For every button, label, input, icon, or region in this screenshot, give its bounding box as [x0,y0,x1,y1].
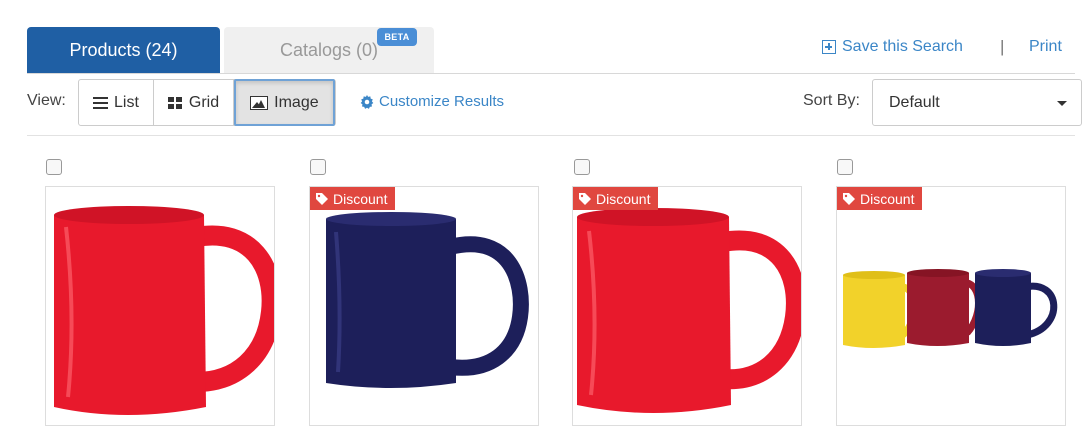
customize-results-label: Customize Results [379,93,505,110]
discount-label: Discount [860,190,915,207]
view-grid-label: Grid [188,93,220,111]
view-image-button[interactable]: Image [234,79,335,126]
mug-trio-icon [843,269,1058,348]
plus-box-icon [822,40,836,54]
grid-icon [167,96,183,109]
tag-icon [843,192,855,205]
sort-by-select[interactable]: Default [872,79,1082,126]
save-search-label: Save this Search [842,38,963,55]
product-card[interactable] [45,186,275,426]
discount-label: Discount [333,190,388,207]
results-tab-bar: Products (24) Catalogs (0) BETA [0,0,1084,74]
discount-badge: Discount [310,187,396,210]
chevron-down-icon [1057,101,1067,106]
tab-bar-divider [27,73,1075,74]
product-select-checkbox[interactable] [837,159,853,175]
beta-badge: BETA [377,28,417,46]
product-card[interactable]: Discount [572,186,802,426]
sort-by-label: Sort By: [803,92,860,109]
save-search-link[interactable]: Save this Search [822,38,963,56]
discount-badge: Discount [573,187,659,210]
product-select-checkbox[interactable] [574,159,590,175]
view-list-label: List [114,93,139,111]
product-card[interactable]: Discount [309,186,539,426]
image-icon [250,95,269,110]
tab-catalogs-label: Catalogs (0) [279,40,379,60]
product-select-checkbox[interactable] [310,159,326,175]
discount-badge: Discount [837,187,923,210]
view-list-button[interactable]: List [79,80,154,125]
view-grid-button[interactable]: Grid [154,80,235,125]
print-link[interactable]: Print [1029,38,1062,56]
tag-icon [579,192,591,205]
navy-mug-icon [326,212,529,388]
red-mug-icon [577,208,801,413]
toolbar-divider [27,135,1075,136]
view-image-label: Image [274,93,319,111]
product-card[interactable]: Discount [836,186,1066,426]
customize-results-link[interactable]: Customize Results [360,93,504,110]
sort-by-value: Default [889,93,940,111]
tag-icon [316,192,328,205]
print-label: Print [1029,38,1062,55]
gear-icon [360,94,374,109]
view-label: View: [27,92,66,109]
link-separator: | [1000,37,1005,56]
red-mug-icon [54,206,274,415]
tab-products[interactable]: Products (24) [27,27,220,74]
discount-label: Discount [596,190,651,207]
view-toggle-group: List Grid Image [78,79,336,126]
product-select-checkbox[interactable] [46,159,62,175]
list-icon [93,96,108,109]
tab-products-label: Products (24) [69,40,178,60]
